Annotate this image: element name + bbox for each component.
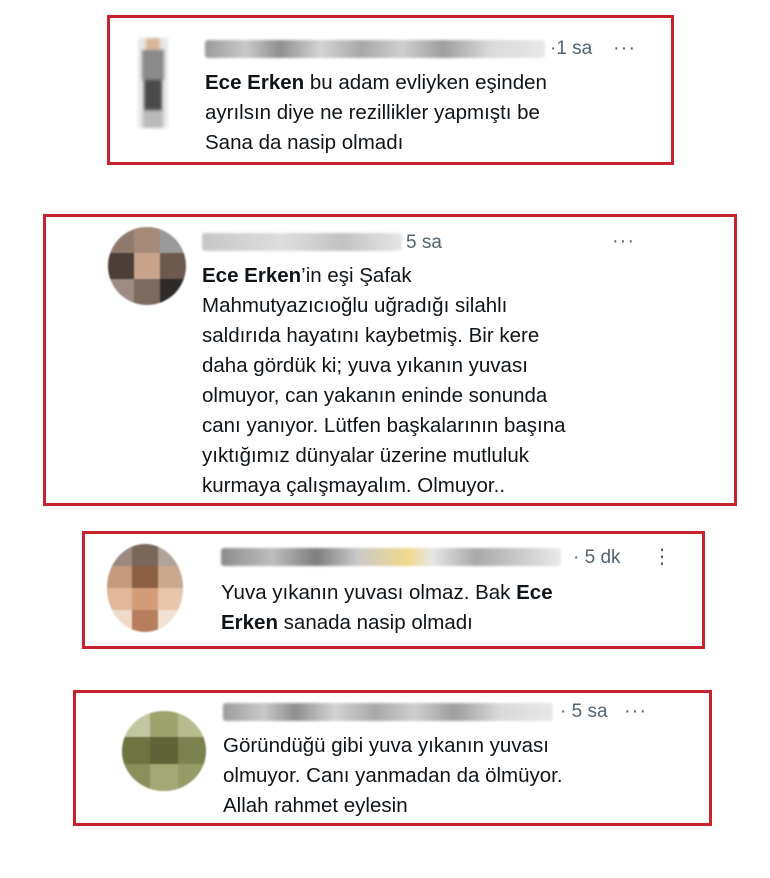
tweet-text: Göründüğü gibi yuva yıkanın yuvası olmuy… xyxy=(223,734,563,817)
more-options-icon[interactable]: ··· xyxy=(613,38,636,58)
avatar[interactable] xyxy=(122,711,206,791)
timestamp[interactable]: ·1 sa xyxy=(550,38,592,60)
more-options-icon[interactable]: ··· xyxy=(612,231,635,251)
tweet-card-1[interactable]: ·1 sa ··· Ece Erken bu adam evliyken eşi… xyxy=(107,15,674,165)
user-name-blurred[interactable] xyxy=(205,40,545,58)
tweet-card-2[interactable]: 5 sa ··· Ece Erken’in eşi Şafak Mahmutya… xyxy=(43,214,737,506)
avatar[interactable] xyxy=(138,38,168,128)
user-name-blurred[interactable] xyxy=(221,548,561,566)
avatar[interactable] xyxy=(108,227,186,305)
avatar[interactable] xyxy=(107,544,183,632)
mention-link[interactable]: Ece Erken xyxy=(205,71,304,94)
timestamp[interactable]: · 5 sa xyxy=(560,701,608,723)
tweet-text: Yuva yıkanın yuvası olmaz. Bak Ece Erken… xyxy=(221,581,553,634)
timestamp[interactable]: · 5 dk xyxy=(573,547,621,569)
user-name-blurred[interactable] xyxy=(223,703,553,721)
timestamp[interactable]: 5 sa xyxy=(406,232,442,254)
tweet-card-3[interactable]: · 5 dk ⋮ Yuva yıkanın yuvası olmaz. Bak … xyxy=(82,531,705,649)
user-name-blurred[interactable] xyxy=(202,233,402,251)
mention-link[interactable]: Ece xyxy=(516,581,552,604)
tweet-text: Ece Erken bu adam evliyken eşinden ayrıl… xyxy=(205,71,547,154)
tweet-text: Ece Erken’in eşi Şafak Mahmutyazıcıoğlu … xyxy=(202,264,566,497)
more-options-icon[interactable]: ··· xyxy=(624,701,647,721)
mention-link[interactable]: Erken xyxy=(221,611,278,634)
tweet-card-4[interactable]: · 5 sa ··· Göründüğü gibi yuva yıkanın y… xyxy=(73,690,712,826)
more-options-icon[interactable]: ⋮ xyxy=(652,547,673,567)
mention-link[interactable]: Ece Erken xyxy=(202,264,301,287)
